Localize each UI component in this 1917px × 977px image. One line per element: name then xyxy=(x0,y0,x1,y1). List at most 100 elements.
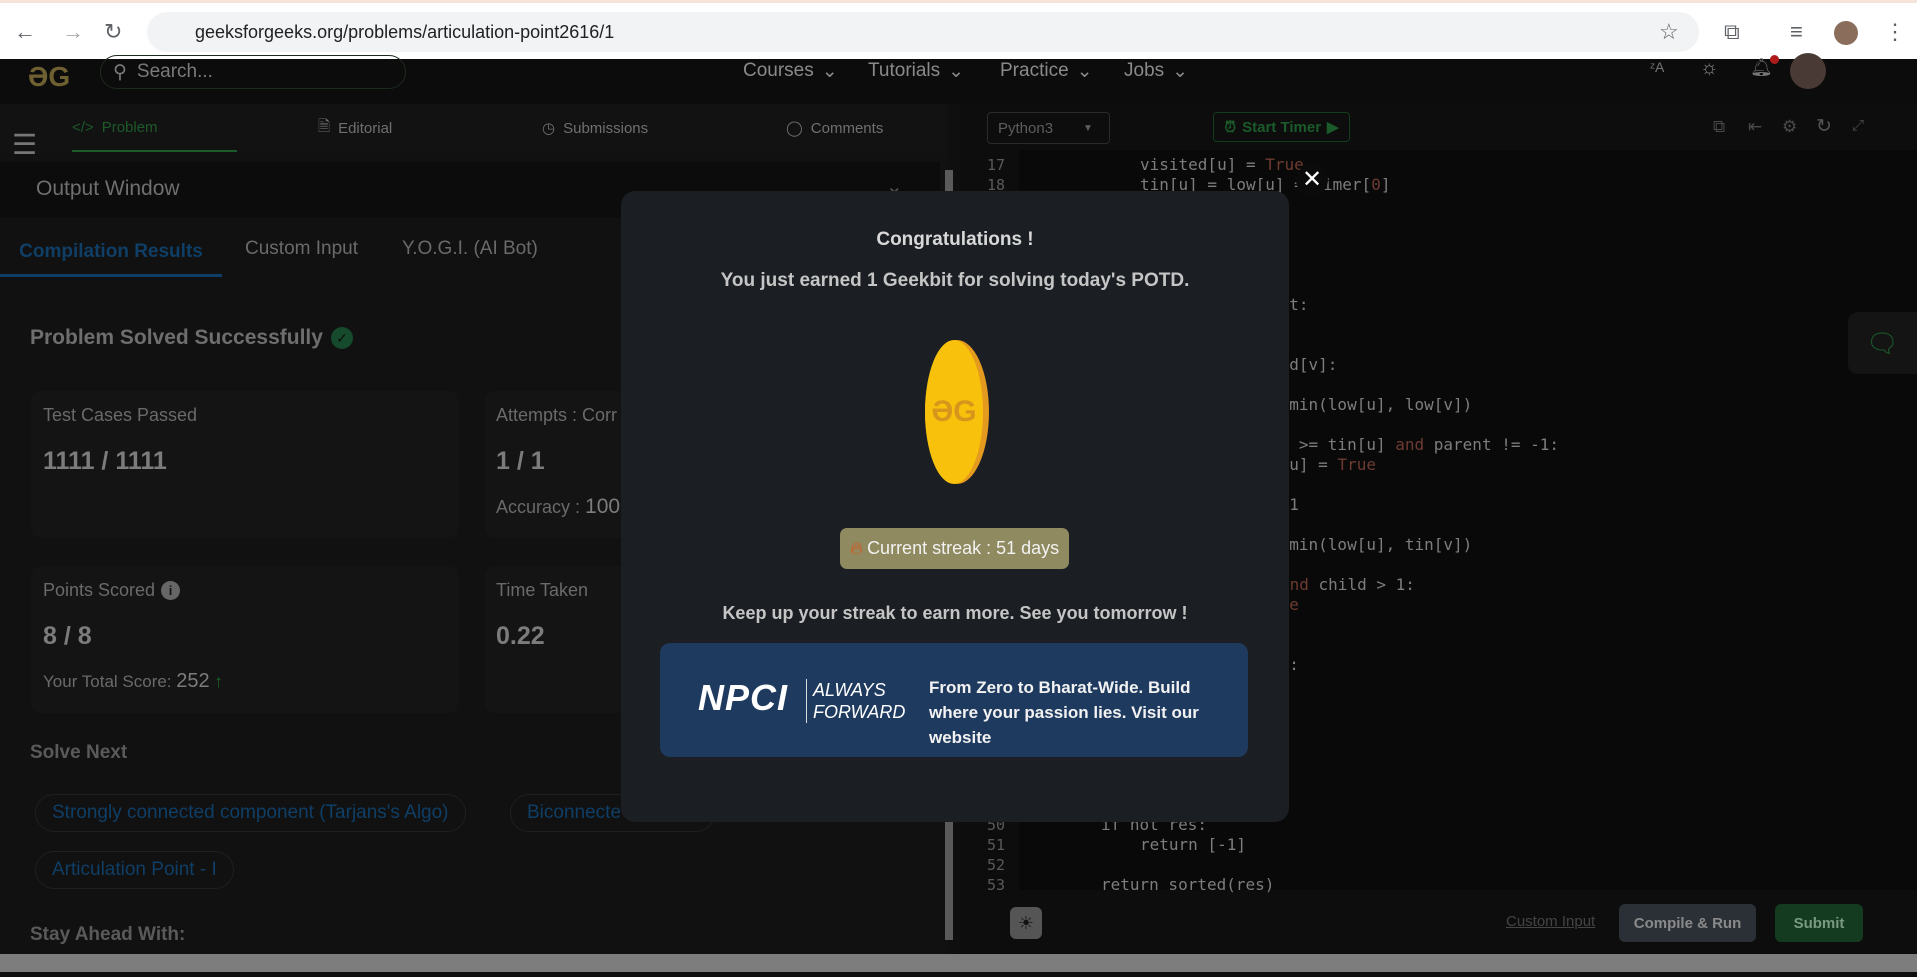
arrow-up-icon: ↑ xyxy=(214,672,223,691)
code-text: child > 1: xyxy=(1308,575,1415,594)
tab-label: Comments xyxy=(810,119,884,137)
modal-footer-text: Keep up your streak to earn more. See yo… xyxy=(722,603,1188,623)
chip-label: Biconnecte xyxy=(527,802,622,823)
button-label: Submit xyxy=(1793,914,1845,932)
profile-avatar[interactable] xyxy=(1834,21,1858,45)
play-icon: ▶ xyxy=(1327,119,1339,136)
code-icon: </> xyxy=(72,118,94,136)
theme-icon[interactable]: ☼ xyxy=(1700,57,1718,80)
copy-icon[interactable]: ⧉ xyxy=(1713,117,1725,137)
comment-icon: ◯ xyxy=(786,120,803,137)
forward-icon[interactable]: → xyxy=(62,19,84,45)
custom-input-link[interactable]: Custom Input xyxy=(1506,913,1595,930)
more-icon[interactable]: ⋮ xyxy=(1884,19,1906,45)
info-icon[interactable]: i xyxy=(161,581,181,600)
chevron-down-icon: ⌄ xyxy=(1172,60,1189,82)
streak-badge: 🔥︎ Current streak : 51 days xyxy=(840,528,1069,569)
tab-label: Compilation Results xyxy=(19,241,203,262)
tab-problem[interactable]: </> Problem xyxy=(72,104,237,152)
fullscreen-icon[interactable]: ⤢ xyxy=(1852,117,1864,134)
menu-label: Courses xyxy=(743,60,814,81)
card-label: Time Taken xyxy=(496,580,589,600)
tab-yogi-ai-bot[interactable]: Y.O.G.I. (AI Bot) xyxy=(402,238,538,260)
total-score-row: Your Total Score: 252 ↑ xyxy=(43,670,223,693)
tab-custom-input[interactable]: Custom Input xyxy=(245,238,358,260)
lightbulb-icon[interactable]: ☀ xyxy=(1010,907,1042,939)
code-line: = min(low[u], tin[v]) xyxy=(1270,535,1473,554)
solve-next-chip[interactable]: Articulation Point - I xyxy=(35,851,234,889)
language-select[interactable]: Python3 ▼ xyxy=(987,112,1110,144)
code-line: = min(low[u], low[v]) xyxy=(1270,395,1473,414)
menu-tutorials[interactable]: Tutorials ⌄ xyxy=(868,59,964,83)
browser-toolbar: ← → ↻ geeksforgeeks.org/problems/articul… xyxy=(0,0,1917,59)
code-keyword: and xyxy=(1395,435,1425,454)
media-icon[interactable]: ≡ xyxy=(1790,19,1803,45)
tab-compilation-results[interactable]: Compilation Results xyxy=(0,230,222,277)
check-circle-icon: ✓ xyxy=(330,327,353,349)
menu-jobs[interactable]: Jobs ⌄ xyxy=(1124,59,1188,83)
user-avatar[interactable] xyxy=(1790,53,1826,89)
line-number: 53 xyxy=(986,876,1005,894)
settings-gear-icon[interactable]: ⚙ xyxy=(1782,117,1797,137)
solve-next-heading: Solve Next xyxy=(30,742,128,763)
url-text: geeksforgeeks.org/problems/articulation-… xyxy=(195,21,615,42)
translate-icon[interactable]: ᶻA xyxy=(1650,59,1680,85)
reload-icon[interactable]: ↻ xyxy=(104,19,122,45)
modal-subtitle: You just earned 1 Geekbit for solving to… xyxy=(720,270,1190,291)
reset-icon[interactable]: ↻ xyxy=(1816,115,1832,138)
tab-label: Submissions xyxy=(563,119,649,137)
gfg-logo[interactable]: ƏG xyxy=(28,61,70,93)
code-number: 0 xyxy=(1371,175,1381,194)
address-bar[interactable]: geeksforgeeks.org/problems/articulation-… xyxy=(147,12,1699,52)
extensions-icon[interactable]: ⧉ xyxy=(1724,19,1740,45)
status-row: Problem Solved Successfully ✓ xyxy=(30,326,353,350)
tagline-line: FORWARD xyxy=(813,702,906,722)
back-icon[interactable]: ← xyxy=(14,19,36,45)
code-text: ] xyxy=(1380,175,1391,194)
npci-ad-banner[interactable]: NPCI ALWAYS FORWARD From Zero to Bharat-W… xyxy=(660,643,1248,757)
code-line: return [-1] xyxy=(1140,835,1246,854)
code-text: parent != -1: xyxy=(1424,435,1559,454)
bookmark-star-icon[interactable]: ☆ xyxy=(1659,19,1679,45)
horizontal-scrollbar[interactable] xyxy=(0,954,1917,972)
tab-label: Problem xyxy=(101,118,158,136)
chip-label: Articulation Point - I xyxy=(52,859,217,880)
stay-ahead-heading: Stay Ahead With: xyxy=(30,924,186,945)
output-window-title: Output Window xyxy=(36,177,180,200)
tab-submissions[interactable]: ◷ Submissions xyxy=(542,104,648,152)
close-icon[interactable]: ✕ xyxy=(1296,164,1328,196)
tab-editorial[interactable]: 🗎︎ Editorial xyxy=(318,104,392,152)
import-icon[interactable]: ⇤ xyxy=(1748,117,1762,137)
total-score-value: 252 xyxy=(176,670,210,692)
menu-practice[interactable]: Practice ⌄ xyxy=(1000,59,1093,83)
menu-label: Tutorials xyxy=(868,60,941,81)
card-label: Attempts : Corr xyxy=(496,405,618,425)
card-value: 0.22 xyxy=(496,622,545,650)
compile-run-button[interactable]: Compile & Run xyxy=(1619,904,1756,942)
timer-label: Start Timer xyxy=(1242,118,1322,136)
tab-comments[interactable]: ◯ Comments xyxy=(786,104,883,152)
card-value: 8 / 8 xyxy=(43,622,92,650)
line-number: 17 xyxy=(986,156,1005,174)
hamburger-menu-icon[interactable]: ☰ xyxy=(12,128,37,161)
solve-next-chip[interactable]: Strongly connected component (Tarjans's … xyxy=(35,794,466,832)
submit-button[interactable]: Submit xyxy=(1775,904,1863,942)
accuracy-row: Accuracy : 100 xyxy=(496,495,620,519)
alarm-icon: ⏰︎ xyxy=(1224,118,1237,136)
menu-courses[interactable]: Courses ⌄ xyxy=(743,59,838,83)
code-keyword: True xyxy=(1337,455,1376,474)
congratulations-modal: Congratulations ! You just earned 1 Geek… xyxy=(621,191,1289,822)
fire-icon: 🔥︎ xyxy=(849,538,864,558)
code-line: v] >= tin[u] and parent != -1: xyxy=(1270,435,1559,454)
search-input[interactable]: ⚲ Search... xyxy=(100,55,406,89)
points-card: Points Scored i 8 / 8 Your Total Score: 2… xyxy=(31,566,458,713)
status-text: Problem Solved Successfully xyxy=(30,326,323,349)
chat-icon[interactable]: 🗨︎ xyxy=(1848,312,1917,374)
tab-label: Editorial xyxy=(338,119,393,137)
card-value: 1111 / 1111 xyxy=(43,447,167,475)
menu-label: Jobs xyxy=(1124,60,1165,81)
menu-label: Practice xyxy=(1000,60,1069,81)
start-timer-button[interactable]: ⏰︎ Start Timer ▶ xyxy=(1213,112,1350,142)
geekbit-coin-icon: ƏG xyxy=(925,340,989,484)
document-icon: 🗎︎ xyxy=(318,117,331,135)
